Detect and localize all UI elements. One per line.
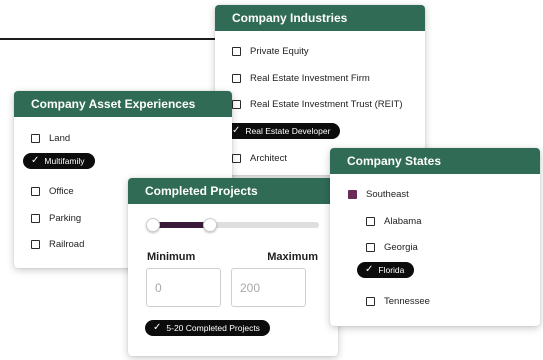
selected-pill-florida[interactable]: ✓ Florida [357, 262, 415, 278]
checkbox-architect[interactable]: Architect [232, 151, 287, 165]
checkbox-label: Railroad [49, 238, 85, 250]
card-title: Company Industries [215, 5, 425, 31]
minimum-label: Minimum [147, 251, 196, 263]
checkbox-label: Alabama [384, 215, 422, 227]
range-slider-max-handle[interactable] [203, 218, 217, 232]
pill-label: Florida [378, 265, 405, 275]
checkbox-icon[interactable] [366, 242, 375, 252]
checkbox-parking[interactable]: Parking [31, 211, 81, 225]
range-slider-min-handle[interactable] [146, 218, 160, 232]
checkbox-icon[interactable] [31, 239, 40, 249]
checkbox-icon[interactable] [366, 216, 375, 226]
minimum-placeholder: 0 [155, 280, 162, 295]
checkbox-label: Real Estate Investment Trust (REIT) [250, 98, 403, 110]
range-slider-fill [152, 222, 210, 228]
checkbox-private-equity[interactable]: Private Equity [232, 44, 309, 58]
checkbox-label: Parking [49, 212, 82, 224]
card-title: Completed Projects [128, 178, 338, 204]
pill-label: Real Estate Developer [245, 126, 331, 136]
checkbox-icon[interactable] [31, 133, 40, 143]
checkbox-icon[interactable] [31, 213, 40, 223]
pill-label: 5-20 Completed Projects [166, 323, 260, 333]
checkbox-label: Office [49, 185, 74, 197]
minimum-input[interactable]: 0 [146, 268, 221, 307]
checkbox-alabama[interactable]: Alabama [366, 214, 422, 228]
checkbox-georgia[interactable]: Georgia [366, 240, 418, 254]
checkbox-tennessee[interactable]: Tennessee [366, 294, 430, 308]
checkbox-office[interactable]: Office [31, 184, 74, 198]
checkbox-label: Southeast [366, 188, 409, 200]
pill-label: Multifamily [44, 156, 85, 166]
checkbox-reit[interactable]: Real Estate Investment Trust (REIT) [232, 97, 403, 111]
check-icon: ✓ [365, 264, 374, 275]
checkbox-label: Private Equity [250, 45, 309, 57]
checkbox-icon[interactable] [31, 186, 40, 196]
checkbox-icon[interactable] [232, 73, 241, 83]
checkbox-railroad[interactable]: Railroad [31, 237, 84, 251]
check-icon: ✓ [31, 155, 40, 166]
checkbox-label: Georgia [384, 241, 418, 253]
check-icon: ✓ [153, 322, 162, 333]
maximum-input[interactable]: 200 [231, 268, 306, 307]
checkbox-southeast[interactable]: Southeast [348, 187, 409, 201]
checkbox-icon[interactable] [232, 99, 241, 109]
checkbox-label: Tennessee [384, 295, 430, 307]
card-title: Company States [330, 148, 540, 174]
card-title: Company Asset Experiences [14, 91, 232, 117]
selected-pill-multifamily[interactable]: ✓ Multifamily [23, 153, 95, 169]
selected-pill-real-estate-developer[interactable]: ✓ Real Estate Developer [224, 123, 341, 139]
maximum-label: Maximum [267, 251, 318, 263]
checkbox-icon[interactable] [232, 153, 241, 163]
selected-pill-projects-range[interactable]: ✓ 5-20 Completed Projects [145, 320, 270, 336]
checkbox-label: Architect [250, 152, 287, 164]
checkbox-land[interactable]: Land [31, 131, 70, 145]
divider-line [0, 38, 218, 40]
company-states-card: Company States Southeast Alabama Georgia… [330, 148, 540, 326]
checkbox-re-investment-firm[interactable]: Real Estate Investment Firm [232, 71, 370, 85]
check-icon: ✓ [232, 125, 241, 136]
completed-projects-card: Completed Projects Minimum Maximum 0 200… [128, 178, 338, 356]
maximum-placeholder: 200 [240, 280, 261, 295]
checkbox-icon[interactable] [232, 46, 241, 56]
checkbox-label: Real Estate Investment Firm [250, 72, 370, 84]
checkbox-checked-icon[interactable] [348, 189, 357, 199]
checkbox-icon[interactable] [366, 296, 375, 306]
checkbox-label: Land [49, 132, 71, 144]
